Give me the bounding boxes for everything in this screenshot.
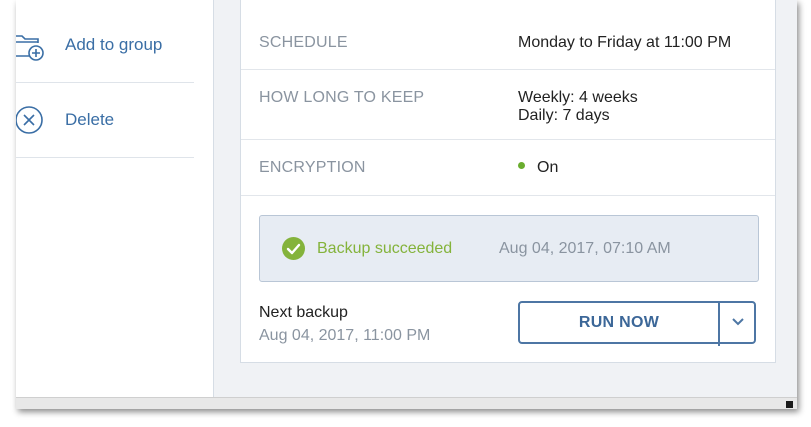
retention-weekly: Weekly: 4 weeks	[518, 89, 638, 106]
actions-sidebar: Add to group Delete	[16, 0, 214, 397]
delete-button[interactable]: Delete	[16, 83, 194, 158]
schedule-row: SCHEDULE Monday to Friday at 11:00 PM	[241, 0, 775, 70]
encryption-status-dot	[518, 162, 525, 169]
delete-label: Delete	[65, 110, 115, 129]
run-now-split-button: RUN NOW	[518, 301, 756, 346]
run-now-button[interactable]: RUN NOW	[520, 303, 718, 342]
details-panel: SCHEDULE Monday to Friday at 11:00 PM HO…	[214, 0, 797, 397]
encryption-value: On	[537, 159, 559, 176]
retention-key: HOW LONG TO KEEP	[259, 89, 425, 106]
encryption-row: ENCRYPTION On	[241, 140, 775, 196]
backup-details-card: SCHEDULE Monday to Friday at 11:00 PM HO…	[240, 0, 776, 363]
add-to-group-button[interactable]: Add to group	[16, 8, 194, 83]
next-backup-label: Next backup	[259, 304, 348, 321]
status-time: Aug 04, 2017, 07:10 AM	[499, 240, 671, 257]
schedule-value: Monday to Friday at 11:00 PM	[518, 34, 732, 51]
close-circle-icon	[16, 103, 46, 137]
check-circle-icon	[282, 237, 305, 260]
run-options-dropdown[interactable]	[720, 303, 756, 342]
encryption-key: ENCRYPTION	[259, 159, 366, 176]
chevron-down-icon	[732, 318, 744, 326]
app-window: Add to group Delete SCHEDULE Monday to F…	[16, 0, 797, 409]
schedule-key: SCHEDULE	[259, 34, 348, 51]
add-to-group-label: Add to group	[65, 35, 163, 54]
folder-add-icon	[16, 28, 46, 62]
retention-value: Weekly: 4 weeks Daily: 7 days	[518, 89, 638, 125]
encryption-value-wrap: On	[518, 159, 558, 177]
retention-daily: Daily: 7 days	[518, 107, 610, 124]
backup-status-box: Backup succeeded Aug 04, 2017, 07:10 AM	[259, 215, 759, 282]
horizontal-scrollbar[interactable]	[16, 397, 797, 409]
status-text: Backup succeeded	[317, 240, 453, 257]
next-backup-time: Aug 04, 2017, 11:00 PM	[259, 327, 431, 344]
resize-grip[interactable]	[786, 401, 793, 408]
retention-row: HOW LONG TO KEEP Weekly: 4 weeks Daily: …	[241, 70, 775, 140]
